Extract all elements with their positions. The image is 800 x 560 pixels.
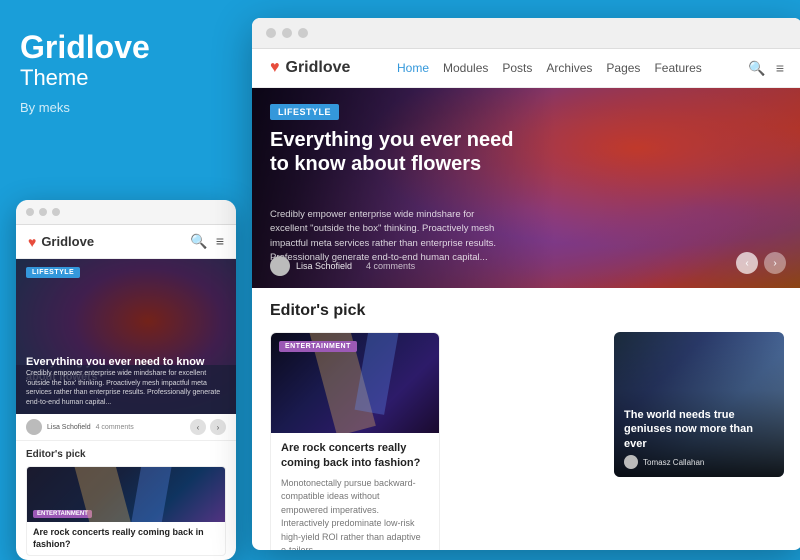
search-icon[interactable]: 🔍	[748, 60, 765, 77]
mobile-author-name: Lisa Schofield	[47, 424, 91, 431]
entertainment-badge: ENTERTAINMENT	[279, 341, 357, 352]
mobile-logo: ♥ Gridlove	[28, 234, 94, 250]
hero-next-dot[interactable]: ›	[764, 252, 786, 274]
einstein-card-author: Tomasz Callahan	[624, 455, 774, 469]
mobile-dot-3	[52, 208, 60, 216]
mobile-author-info: Lisa Schofield 4 comments	[26, 419, 134, 435]
mobile-mockup: ♥ Gridlove 🔍 ≡ LIFESTYLE Everything you …	[16, 200, 236, 560]
mobile-browser-bar	[16, 200, 236, 225]
hero-title: Everything you ever need to know about f…	[270, 128, 520, 176]
nav-link-features[interactable]: Features	[654, 61, 701, 75]
nav-link-modules[interactable]: Modules	[443, 61, 488, 75]
hero-nav-dots: ‹ ›	[736, 252, 786, 274]
menu-icon[interactable]: ≡	[776, 60, 784, 77]
mobile-card-image: ENTERTAINMENT	[27, 467, 225, 522]
browser-nav: ♥ Gridlove Home Modules Posts Archives P…	[252, 49, 800, 88]
mobile-card-title: Are rock concerts really coming back in …	[33, 527, 219, 550]
einstein-card-author-name: Tomasz Callahan	[643, 458, 704, 467]
nav-link-pages[interactable]: Pages	[606, 61, 640, 75]
heart-icon: ♥	[28, 234, 36, 250]
hero-author: Lisa Schofield 4 comments	[270, 256, 415, 276]
mobile-editors-section: Editor's pick ENTERTAINMENT Are rock con…	[16, 441, 236, 560]
editors-pick-title: Editor's pick	[270, 302, 784, 320]
mobile-avatar	[26, 419, 42, 435]
brand-title: Gridlove Theme By meks	[20, 30, 228, 115]
hero-section: LIFESTYLE Everything you ever need to kn…	[252, 88, 800, 288]
mobile-card-body: Are rock concerts really coming back in …	[27, 522, 225, 555]
search-icon[interactable]: 🔍	[190, 233, 207, 250]
mobile-hero-section: LIFESTYLE Everything you ever need to kn…	[16, 259, 236, 414]
hero-author-name: Lisa Schofield	[296, 261, 352, 271]
browser-window: ♥ Gridlove Home Modules Posts Archives P…	[252, 18, 800, 550]
browser-logo-text: Gridlove	[286, 59, 351, 77]
concert-card-text: Monotonectally pursue backward-compatibl…	[281, 477, 429, 550]
einstein-card-avatar	[624, 455, 638, 469]
browser-dot-1	[266, 28, 276, 38]
concert-card: ENTERTAINMENT Are rock concerts really c…	[270, 332, 440, 550]
mobile-next-button[interactable]: ›	[210, 419, 226, 435]
left-panel: Gridlove Theme By meks ♥ Gridlove 🔍 ≡ LI…	[0, 0, 248, 550]
cards-grid: ENTERTAINMENT Are rock concerts really c…	[270, 332, 784, 550]
browser-dot-3	[298, 28, 308, 38]
einstein-card: The world needs true geniuses now more t…	[614, 332, 784, 477]
mobile-comments: 4 comments	[96, 424, 134, 431]
browser-logo: ♥ Gridlove	[270, 59, 350, 77]
hero-prev-dot[interactable]: ‹	[736, 252, 758, 274]
mobile-hero-text: Credibly empower enterprise wide mindsha…	[16, 365, 236, 414]
heart-icon: ♥	[270, 59, 280, 77]
browser-nav-links: Home Modules Posts Archives Pages Featur…	[397, 61, 702, 75]
browser-nav-icons: 🔍 ≡	[748, 60, 784, 77]
middle-spacer	[450, 332, 604, 550]
mobile-card: ENTERTAINMENT Are rock concerts really c…	[26, 466, 226, 556]
mobile-dot-2	[39, 208, 47, 216]
browser-dot-2	[282, 28, 292, 38]
mobile-prev-button[interactable]: ‹	[190, 419, 206, 435]
einstein-card-content: The world needs true geniuses now more t…	[614, 400, 784, 477]
mobile-lifestyle-badge: LIFESTYLE	[26, 267, 80, 278]
hero-avatar	[270, 256, 290, 276]
concert-card-body: Are rock concerts really coming back int…	[271, 433, 439, 550]
nav-link-home[interactable]: Home	[397, 61, 429, 75]
mobile-nav-arrows: ‹ ›	[190, 419, 226, 435]
mobile-editors-title: Editor's pick	[26, 449, 226, 460]
main-content: Editor's pick ENTERTAINMENT Are rock con…	[252, 288, 800, 550]
hero-comments: 4 comments	[366, 261, 415, 271]
menu-icon[interactable]: ≡	[216, 233, 224, 250]
mobile-header: ♥ Gridlove 🔍 ≡	[16, 225, 236, 259]
einstein-card-title: The world needs true geniuses now more t…	[624, 408, 774, 451]
concert-card-title: Are rock concerts really coming back int…	[281, 441, 429, 471]
concert-card-image: ENTERTAINMENT	[271, 333, 439, 433]
nav-link-archives[interactable]: Archives	[546, 61, 592, 75]
lifestyle-badge: LIFESTYLE	[270, 104, 339, 120]
concert-lights	[27, 467, 225, 522]
mobile-nav-icons: 🔍 ≡	[190, 233, 224, 250]
mobile-dot-1	[26, 208, 34, 216]
browser-bar	[252, 18, 800, 49]
nav-link-posts[interactable]: Posts	[502, 61, 532, 75]
mobile-author-bar: Lisa Schofield 4 comments ‹ ›	[16, 414, 236, 441]
